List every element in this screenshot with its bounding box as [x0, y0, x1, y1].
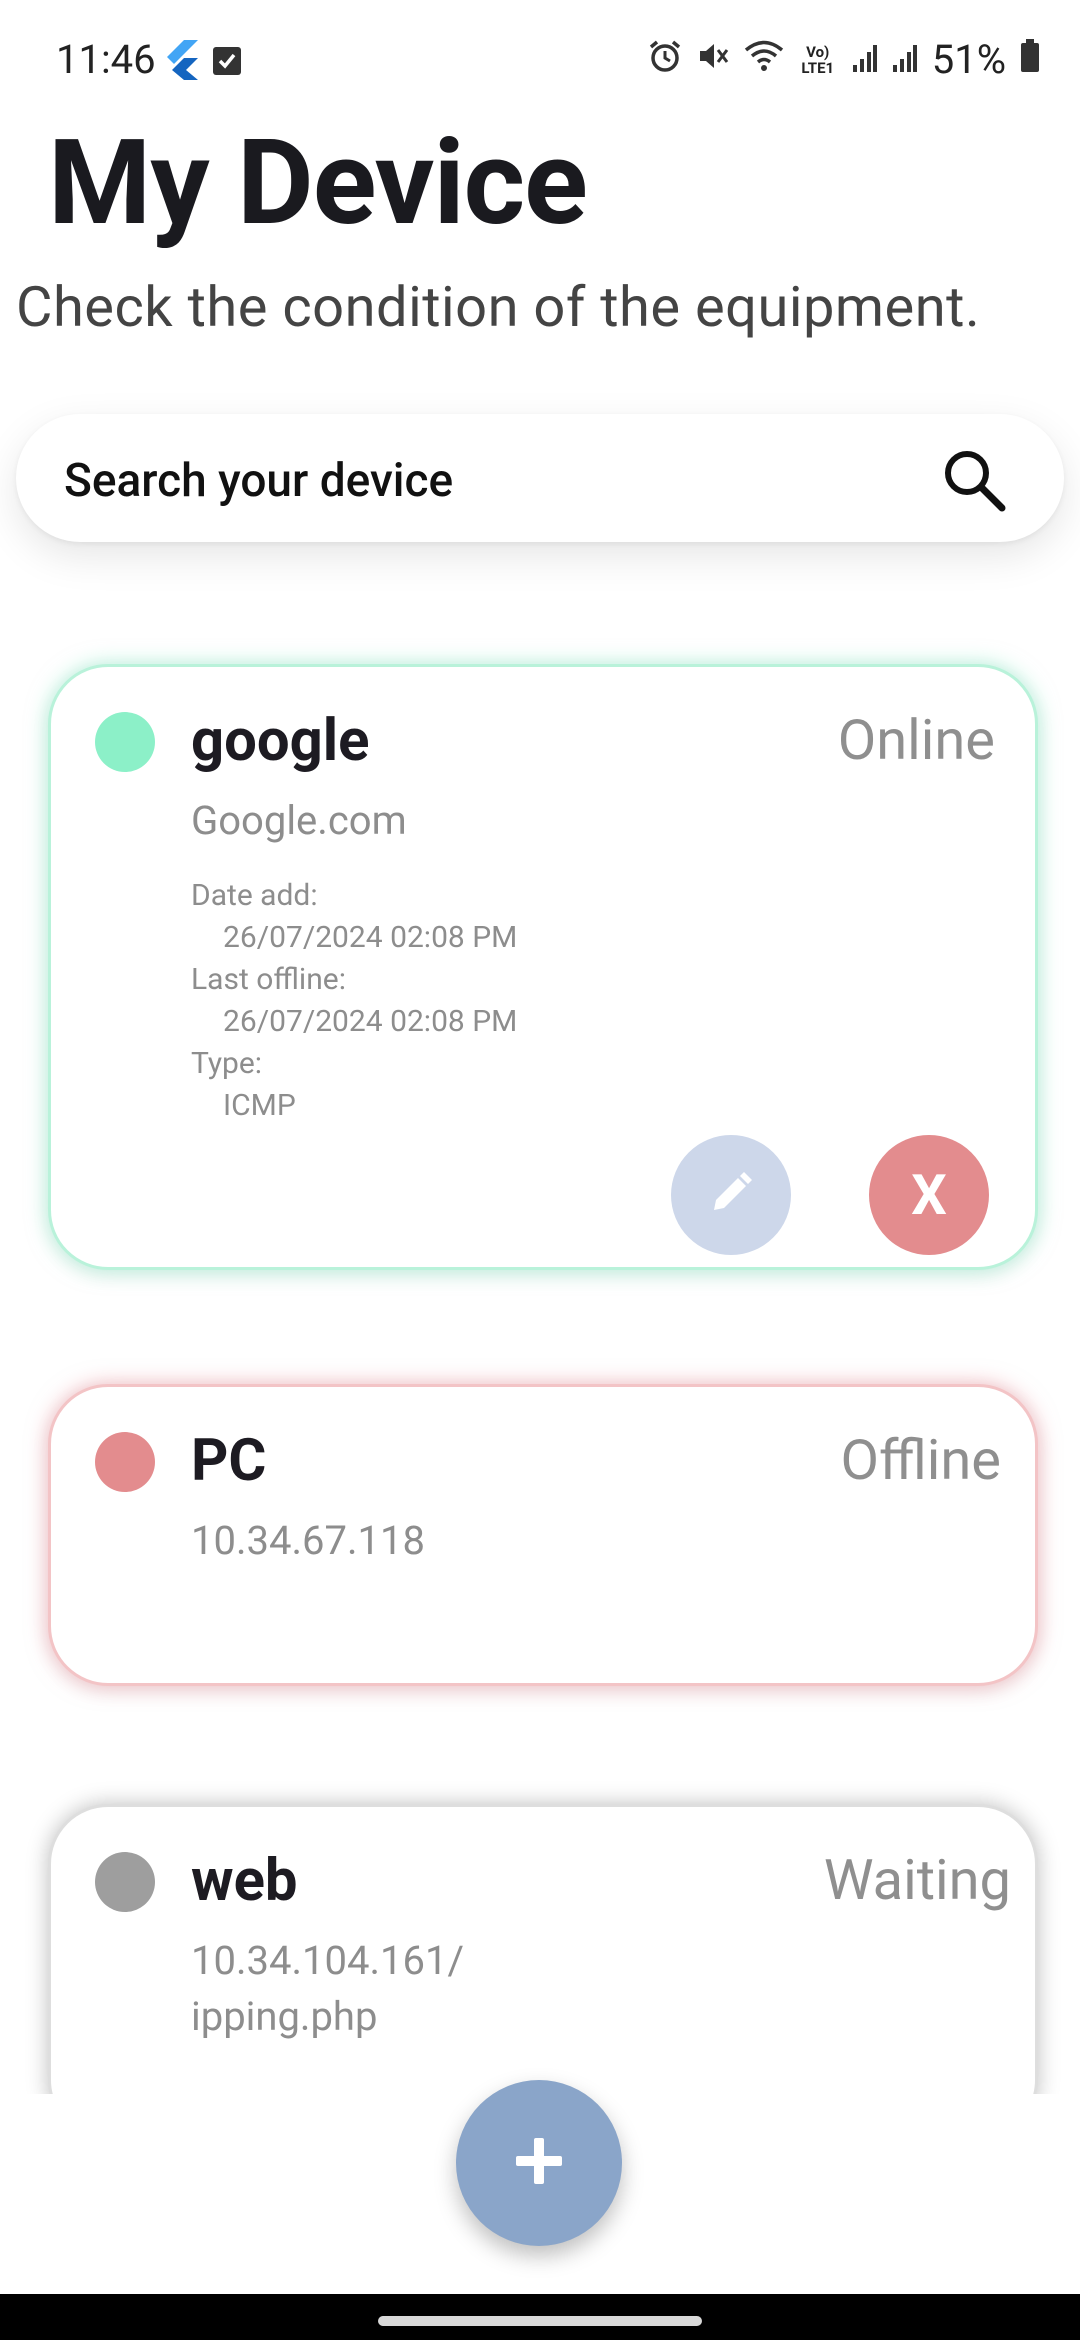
search-bar[interactable]: Search your device — [16, 414, 1064, 542]
delete-label: X — [911, 1162, 947, 1228]
status-dot — [95, 712, 155, 772]
device-name: PC — [191, 1427, 267, 1495]
page-subtitle: Check the condition of the equipment. — [16, 274, 981, 340]
date-add-label: Date add: — [191, 878, 318, 913]
system-nav-bar — [0, 2294, 1080, 2340]
device-address: 10.34.104.161/ ipping.php — [191, 1937, 464, 2040]
device-card-web[interactable]: web Waiting 10.34.104.161/ ipping.php — [48, 1804, 1038, 2094]
battery-icon — [1020, 36, 1040, 83]
plus-icon — [514, 2136, 564, 2190]
search-icon[interactable] — [940, 446, 1008, 514]
alarm-icon — [648, 36, 682, 83]
status-dot — [95, 1852, 155, 1912]
page-title: My Device — [48, 114, 588, 252]
status-time: 11:46 — [56, 36, 156, 83]
device-details: Date add: 26/07/2024 02:08 PM Last offli… — [191, 875, 517, 1127]
status-dot — [95, 1432, 155, 1492]
device-card-pc[interactable]: PC Offline 10.34.67.118 — [48, 1384, 1038, 1686]
volte-icon: Vo) LTE1 — [801, 42, 835, 77]
add-device-button[interactable] — [456, 2080, 622, 2246]
device-list[interactable]: google Online Google.com Date add: 26/07… — [0, 620, 1080, 2094]
device-address: 10.34.67.118 — [191, 1517, 425, 1564]
type-label: Type: — [191, 1046, 263, 1081]
type-value: ICMP — [223, 1088, 296, 1123]
mute-icon — [696, 36, 730, 83]
signal-2-icon — [892, 36, 918, 83]
device-name: google — [191, 707, 370, 775]
pencil-icon — [706, 1168, 756, 1222]
device-status: Online — [837, 707, 995, 773]
device-address: Google.com — [191, 797, 407, 844]
wifi-icon — [744, 36, 784, 83]
home-gesture-handle[interactable] — [378, 2316, 702, 2326]
task-check-icon — [212, 44, 242, 80]
last-offline-value: 26/07/2024 02:08 PM — [223, 1004, 518, 1039]
device-card-google[interactable]: google Online Google.com Date add: 26/07… — [48, 664, 1038, 1270]
delete-button[interactable]: X — [869, 1135, 989, 1255]
edit-button[interactable] — [671, 1135, 791, 1255]
flutter-icon — [164, 40, 198, 84]
device-name: web — [191, 1847, 298, 1915]
device-status: Offline — [840, 1427, 1001, 1493]
last-offline-label: Last offline: — [191, 962, 346, 997]
date-add-value: 26/07/2024 02:08 PM — [223, 920, 518, 955]
device-status: Waiting — [823, 1847, 1011, 1913]
signal-1-icon — [852, 36, 878, 83]
status-bar: 11:46 Vo) LTE1 51% — [0, 0, 1080, 120]
battery-percent: 51% — [931, 36, 1006, 83]
search-input[interactable]: Search your device — [64, 454, 453, 508]
